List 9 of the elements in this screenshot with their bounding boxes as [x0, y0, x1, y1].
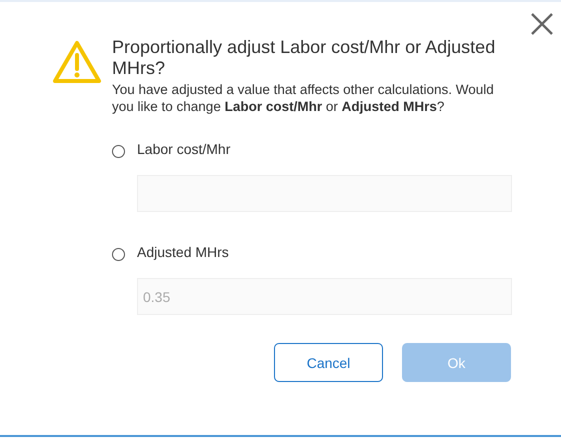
cancel-button[interactable]: Cancel — [274, 343, 383, 382]
option-label: Adjusted MHrs — [137, 244, 229, 260]
radio-button[interactable] — [112, 144, 125, 158]
radio-button[interactable] — [112, 248, 125, 260]
option-label: Labor cost/Mhr — [137, 141, 230, 157]
dialog-title: Proportionally adjust Labor cost/Mhr or Adjusted MHrs? — [112, 37, 496, 79]
close-icon[interactable] — [531, 13, 553, 35]
warning-icon — [52, 40, 102, 84]
dialog-message: You have adjusted a value that affects other calculations. Would you like to change Labor cost/Mhr or Adjusted MHrs? — [112, 81, 495, 115]
